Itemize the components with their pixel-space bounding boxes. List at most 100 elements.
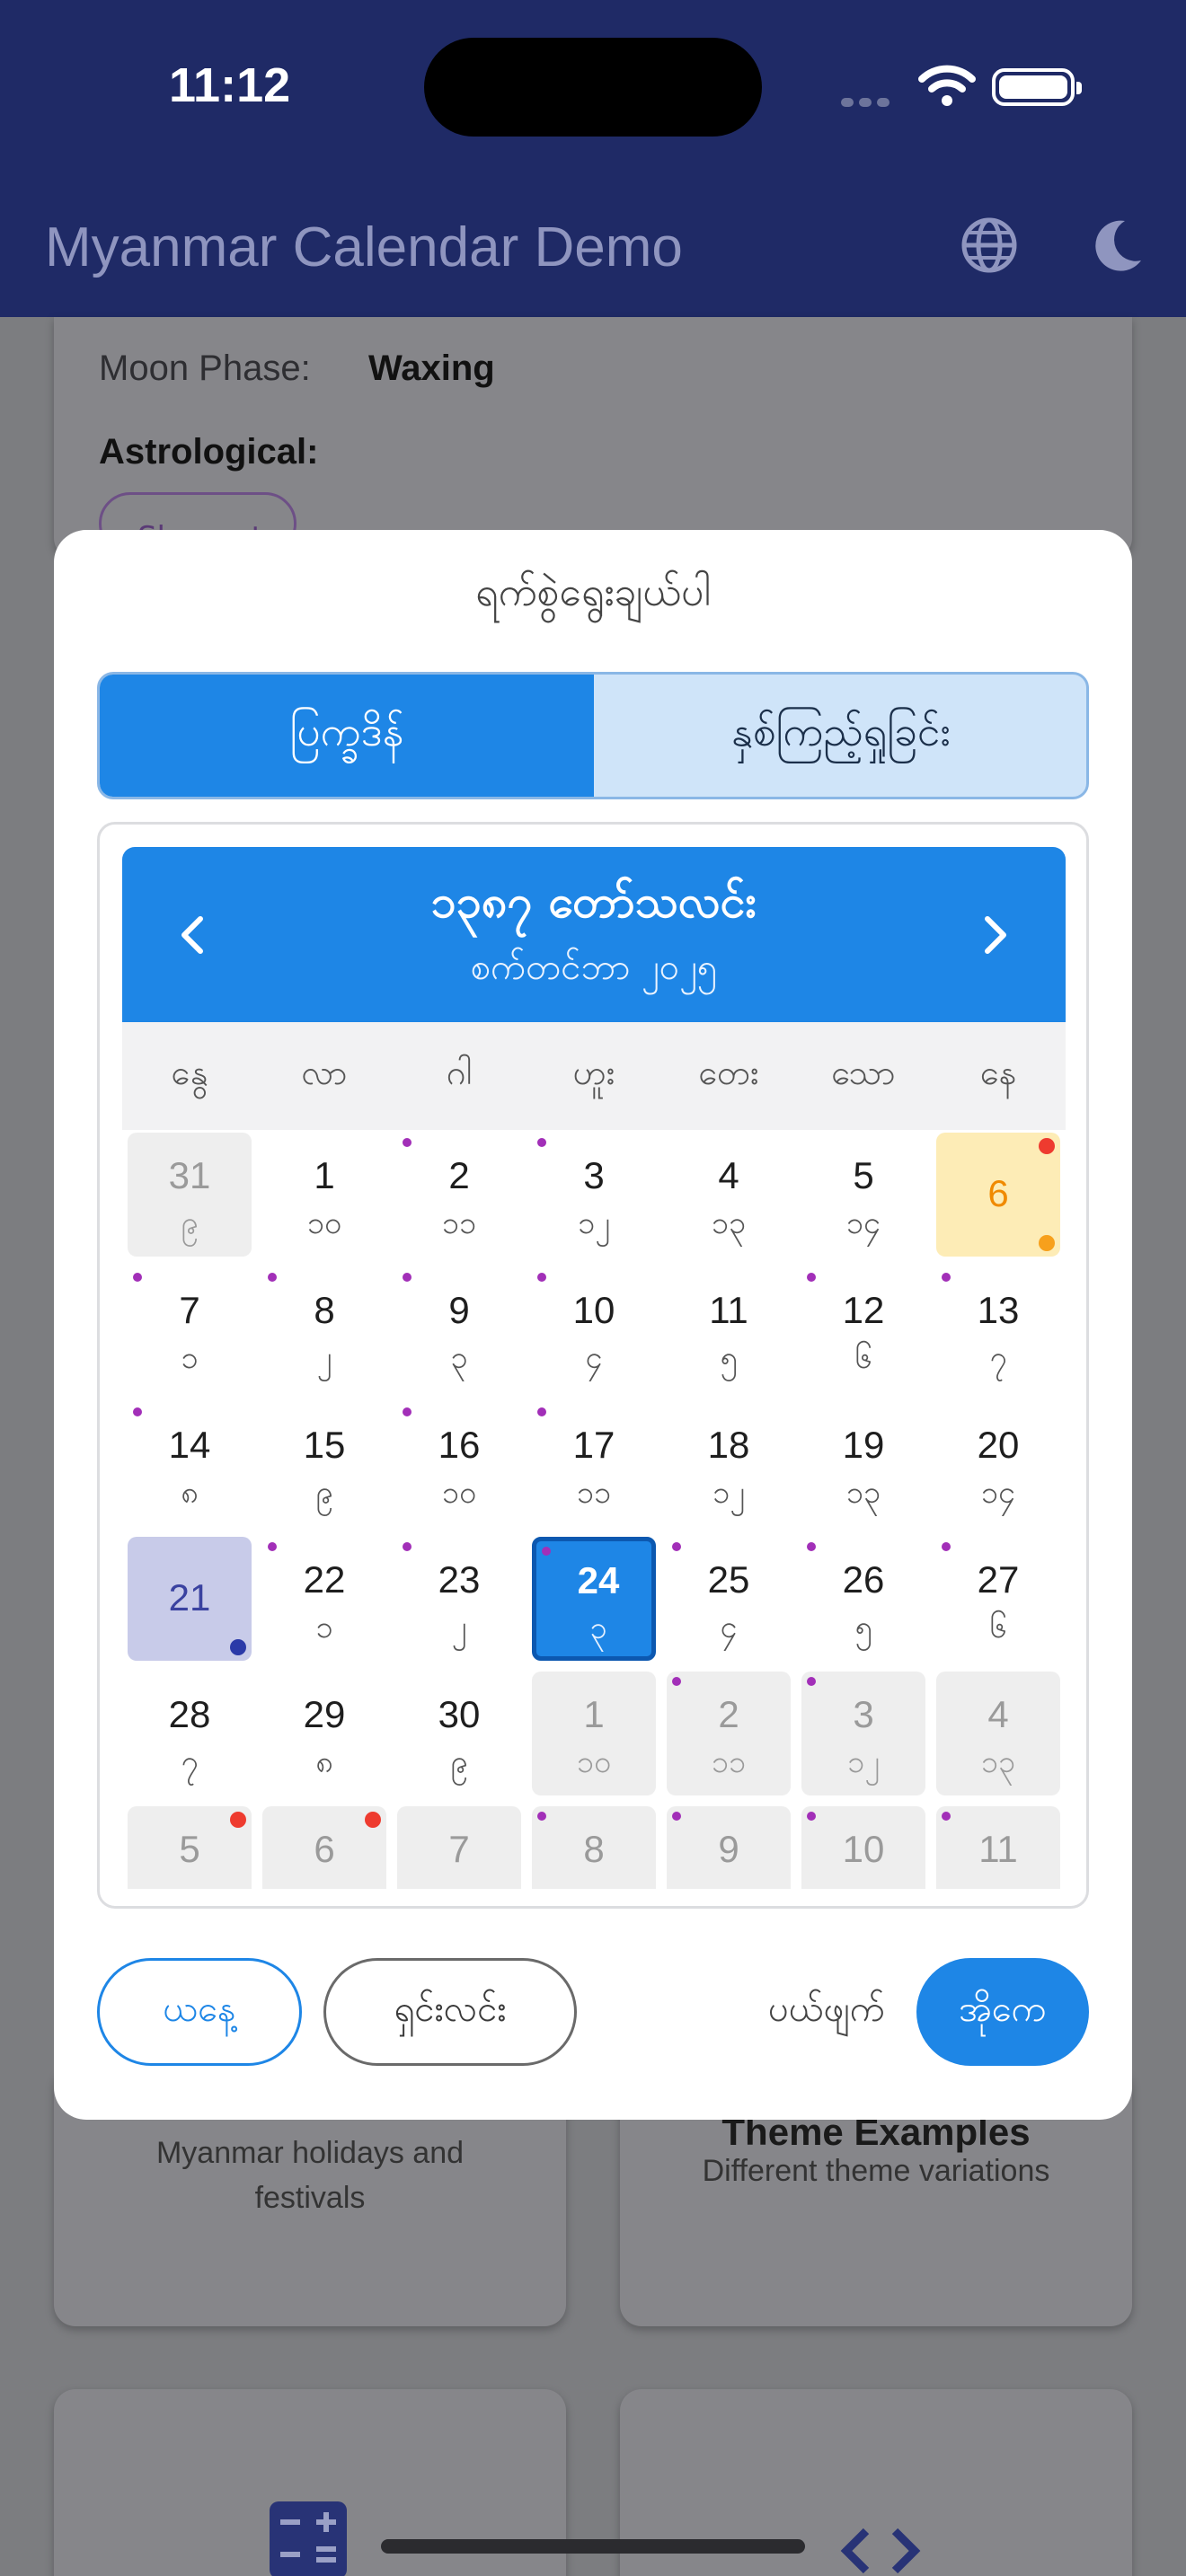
moon-icon[interactable]	[1091, 216, 1145, 275]
day-cell[interactable]: 2 ၁၁	[667, 1672, 791, 1795]
gregorian-day-number: 22	[303, 1558, 346, 1601]
western-month-subtitle: စက်တင်ဘာ ၂၀၂၅	[470, 947, 718, 988]
myanmar-day-number: ၁၁	[576, 1475, 612, 1511]
myanmar-month-title: ၁၃၈၇ တော်သလင်း	[430, 876, 757, 928]
calculator-icon	[270, 2501, 347, 2576]
astro-dot-indicator	[807, 1677, 816, 1686]
clear-button[interactable]: ရှင်းလင်း	[323, 1958, 577, 2066]
day-cell[interactable]: 14 ၈	[128, 1402, 252, 1526]
day-cell[interactable]: 21	[128, 1537, 252, 1661]
gregorian-day-number: 17	[572, 1424, 615, 1466]
gregorian-day-number: 11	[709, 1289, 748, 1331]
myanmar-day-number: ၁၂	[847, 1744, 880, 1780]
day-cell[interactable]: 23 ၂	[397, 1537, 521, 1661]
myanmar-day-number: ၁၃	[711, 1205, 747, 1241]
day-cell[interactable]: 3 ၁၂	[801, 1672, 925, 1795]
gregorian-day-number: 7	[179, 1289, 200, 1331]
day-cell[interactable]: 28 ၇	[128, 1672, 252, 1795]
myanmar-day-number: ၈	[181, 1475, 199, 1511]
day-cell[interactable]: 10 ၄	[532, 1267, 656, 1391]
day-cell[interactable]: 13 ၇	[936, 1267, 1060, 1391]
next-month-button[interactable]	[960, 899, 1031, 971]
day-cell[interactable]: 29 ၈	[262, 1672, 386, 1795]
tab-calendar[interactable]: ပြက္ခဒိန်	[100, 675, 594, 797]
gregorian-day-number: 12	[842, 1289, 885, 1331]
day-cell[interactable]: 1 ၁၀	[262, 1133, 386, 1257]
gregorian-day-number: 4	[987, 1693, 1009, 1735]
day-cell[interactable]: 15 ၉	[262, 1402, 386, 1526]
myanmar-day-number: ၆	[854, 1340, 872, 1376]
code-icon	[840, 2527, 921, 2574]
day-cell[interactable]: 22 ၁	[262, 1537, 386, 1661]
astro-dot-indicator	[268, 1542, 277, 1551]
gregorian-day-number: 4	[718, 1154, 739, 1196]
astrological-label: Astrological:	[99, 432, 319, 472]
astro-dot-indicator	[807, 1273, 816, 1282]
day-cell[interactable]: 18 ၁၂	[667, 1402, 791, 1526]
day-cell[interactable]: 19 ၁၃	[801, 1402, 925, 1526]
day-cell-today[interactable]: 6	[936, 1133, 1060, 1257]
gregorian-day-number: 28	[168, 1693, 211, 1735]
day-cell[interactable]: 27 ၆	[936, 1537, 1060, 1661]
moon-phase-value: Waxing	[368, 348, 495, 388]
globe-icon[interactable]	[960, 216, 1019, 275]
day-cell[interactable]: 7၁	[128, 1267, 252, 1391]
day-cell[interactable]: 7	[397, 1806, 521, 1889]
weekday-header: နွေ လာ ဂါ ဟူး တေး သော နေ	[122, 1022, 1066, 1130]
day-cell[interactable]: 10	[801, 1806, 925, 1889]
day-cell[interactable]: 8	[532, 1806, 656, 1889]
gregorian-day-number: 25	[707, 1558, 750, 1601]
day-cell[interactable]: 31 ၉	[128, 1133, 252, 1257]
day-cell[interactable]: 16 ၁၀	[397, 1402, 521, 1526]
myanmar-day-number: ၃	[589, 1610, 607, 1646]
day-cell[interactable]: 9	[667, 1806, 791, 1889]
day-cell[interactable]: 30 ၉	[397, 1672, 521, 1795]
astro-dot-indicator	[672, 1677, 681, 1686]
day-cell[interactable]: 9၃	[397, 1267, 521, 1391]
day-cell-selected[interactable]: 24 ၃	[532, 1537, 656, 1661]
day-cell[interactable]: 4 ၁၃	[936, 1672, 1060, 1795]
day-cell[interactable]: 2 ၁၁	[397, 1133, 521, 1257]
ok-button[interactable]: အိုကေ	[916, 1958, 1089, 2066]
weekday-label: ဟူး	[572, 1053, 615, 1092]
gregorian-day-number: 14	[168, 1424, 211, 1466]
gregorian-day-number: 29	[303, 1693, 346, 1735]
day-cell[interactable]: 4 ၁၃	[667, 1133, 791, 1257]
day-cell[interactable]: 5	[128, 1806, 252, 1889]
day-cell[interactable]: 1 ၁၀	[532, 1672, 656, 1795]
tab-year-view[interactable]: နှစ်ကြည့်ရှုခြင်း	[594, 675, 1086, 797]
event-dot-indicator	[1039, 1235, 1055, 1251]
astro-dot-indicator	[268, 1273, 277, 1282]
astro-dot-indicator	[537, 1273, 546, 1282]
astro-dot-indicator	[133, 1273, 142, 1282]
day-cell[interactable]: 20 ၁၄	[936, 1402, 1060, 1526]
myanmar-day-number: ၉	[181, 1205, 199, 1241]
weekday-label: တေး	[698, 1053, 759, 1092]
calendar-header: ၁၃၈၇ တော်သလင်း စက်တင်ဘာ ၂၀၂၅	[122, 847, 1066, 1022]
day-cell[interactable]: 11 ၅	[667, 1267, 791, 1391]
astro-dot-indicator	[403, 1542, 412, 1551]
home-indicator[interactable]	[381, 2539, 805, 2554]
day-cell[interactable]: 25 ၄	[667, 1537, 791, 1661]
day-cell[interactable]: 3 ၁၂	[532, 1133, 656, 1257]
gregorian-day-number: 26	[842, 1558, 885, 1601]
day-cell[interactable]: 11	[936, 1806, 1060, 1889]
weekday-label: ဂါ	[446, 1053, 473, 1092]
holidays-card-desc: Myanmar holidays and festivals	[155, 2136, 465, 2215]
day-cell[interactable]: 12 ၆	[801, 1267, 925, 1391]
status-time: 11:12	[169, 58, 291, 112]
day-cell[interactable]: 5 ၁၄	[801, 1133, 925, 1257]
day-cell[interactable]: 26 ၅	[801, 1537, 925, 1661]
weekday-label: သော	[831, 1053, 896, 1092]
day-cell[interactable]: 17 ၁၁	[532, 1402, 656, 1526]
astro-dot-indicator	[542, 1547, 551, 1556]
myanmar-day-number: ၄	[720, 1610, 738, 1645]
day-cell[interactable]: 6	[262, 1806, 386, 1889]
day-cell[interactable]: 8၂	[262, 1267, 386, 1391]
myanmar-day-number: ၁၄	[845, 1205, 881, 1241]
gregorian-day-number: 23	[438, 1558, 481, 1601]
today-button[interactable]: ယနေ့	[97, 1958, 302, 2066]
cancel-button[interactable]: ပယ်ဖျက်	[728, 1958, 925, 2066]
myanmar-day-number: ၁၄	[980, 1475, 1016, 1511]
astro-dot-indicator	[807, 1812, 816, 1821]
